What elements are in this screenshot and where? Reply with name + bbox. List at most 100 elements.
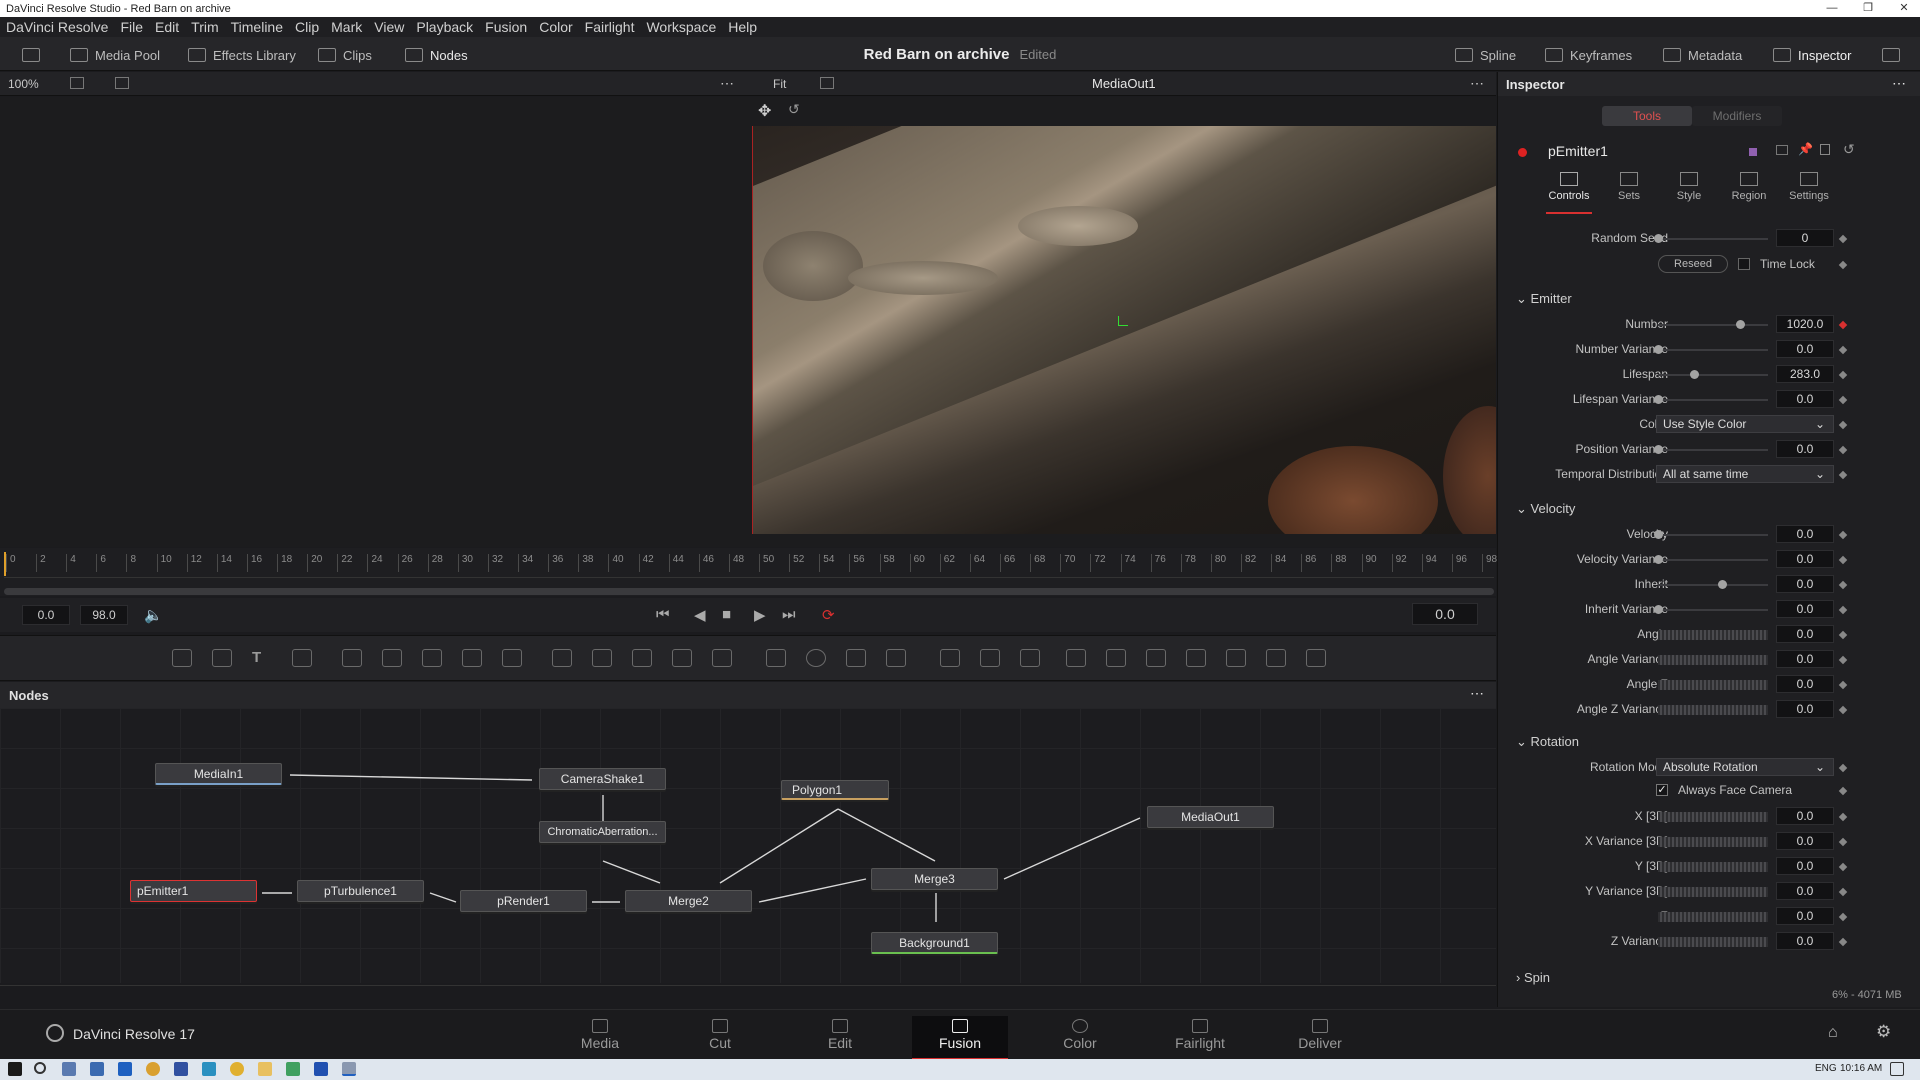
subtab-settings[interactable]: Settings — [1784, 170, 1834, 214]
time-lock-keyframe[interactable] — [1838, 260, 1848, 270]
curves-tool-icon[interactable] — [382, 649, 402, 667]
angle-variance-keyframe[interactable] — [1838, 655, 1848, 665]
y-variance-keyframe[interactable] — [1838, 887, 1848, 897]
position-variance-knob[interactable] — [1654, 445, 1663, 454]
taskbar-app-icon-2[interactable] — [90, 1062, 104, 1076]
menu-help[interactable]: Help — [722, 19, 763, 35]
angle-z-value[interactable]: 0.0 — [1776, 675, 1834, 693]
metadata-button[interactable]: Metadata — [1663, 45, 1742, 65]
subtab-region[interactable]: Region — [1726, 170, 1772, 214]
light3d-tool-icon[interactable] — [1266, 649, 1286, 667]
lifespan-slider[interactable] — [1658, 374, 1768, 376]
emitter-section[interactable]: ⌄ Emitter — [1516, 291, 1572, 307]
spline-button[interactable]: Spline — [1455, 45, 1516, 65]
image-tool-icon[interactable] — [212, 649, 232, 667]
lifespan-value[interactable]: 283.0 — [1776, 365, 1834, 383]
velocity-variance-keyframe[interactable] — [1838, 555, 1848, 565]
z-variance-thumbwheel[interactable] — [1658, 937, 1768, 947]
menu-davinci[interactable]: DaVinci Resolve — [0, 19, 114, 35]
angle-z-thumbwheel[interactable] — [1658, 680, 1768, 690]
spin-section[interactable]: › Spin — [1516, 970, 1550, 985]
temporal-keyframe[interactable] — [1838, 470, 1848, 480]
play-reverse-icon[interactable]: ◀ — [694, 606, 706, 624]
letterbox-tool-icon[interactable] — [712, 649, 732, 667]
chrome-icon[interactable] — [230, 1062, 244, 1076]
position-variance-slider[interactable] — [1658, 449, 1768, 451]
x-variance-thumbwheel[interactable] — [1658, 837, 1768, 847]
y3d-thumbwheel[interactable] — [1658, 862, 1768, 872]
page-fusion[interactable]: Fusion — [912, 1016, 1008, 1060]
page-cut[interactable]: Cut — [672, 1016, 768, 1060]
audio-icon[interactable]: 🔈 — [144, 606, 163, 624]
velocity-slider[interactable] — [1658, 534, 1768, 536]
number-variance-slider[interactable] — [1658, 349, 1768, 351]
number-keyframe[interactable] — [1838, 320, 1848, 330]
time-ruler[interactable]: 0 2 4 6 8 10 12 14 16 18 20 22 24 26 28 30 32 34 36 38 40 42 4… — [4, 552, 1497, 578]
node-merge2[interactable]: Merge2 — [625, 890, 752, 912]
x-variance-keyframe[interactable] — [1838, 837, 1848, 847]
brightness-tool-icon[interactable] — [462, 649, 482, 667]
random-seed-knob[interactable] — [1654, 234, 1663, 243]
tool-enable-icon[interactable] — [1518, 148, 1527, 157]
z-keyframe[interactable] — [1838, 912, 1848, 922]
right-viewer-layout-icon[interactable] — [820, 77, 834, 89]
inherit-variance-slider[interactable] — [1658, 609, 1768, 611]
home-icon[interactable]: ⌂ — [1828, 1024, 1838, 1042]
clock[interactable]: 10:16 AM — [1840, 1063, 1882, 1074]
reset-icon[interactable]: ↺ — [1843, 141, 1855, 158]
text-tool-icon[interactable]: T — [252, 649, 272, 667]
minimize-icon[interactable]: — — [1812, 0, 1852, 17]
node-mediaout[interactable]: MediaOut1 — [1147, 806, 1274, 828]
right-viewer-more-icon[interactable]: ⋯ — [1470, 75, 1484, 92]
left-viewer-lut-icon[interactable] — [115, 77, 129, 89]
resize-tool-icon[interactable] — [672, 649, 692, 667]
page-media[interactable]: Media — [552, 1016, 648, 1060]
node-mediain[interactable]: MediaIn1 — [155, 763, 282, 785]
menu-playback[interactable]: Playback — [410, 19, 479, 35]
angle-value[interactable]: 0.0 — [1776, 625, 1834, 643]
nodes-more-icon[interactable]: ⋯ — [1470, 685, 1484, 702]
keyframes-button[interactable]: Keyframes — [1545, 45, 1632, 65]
text3d-tool-icon[interactable] — [1146, 649, 1166, 667]
time-lock-checkbox[interactable] — [1738, 258, 1750, 270]
current-time-field[interactable]: 0.0 — [1412, 603, 1478, 625]
language-indicator[interactable]: ENG — [1815, 1063, 1837, 1074]
timeline-scrollbar[interactable] — [4, 588, 1494, 595]
x-variance-value[interactable]: 0.0 — [1776, 832, 1834, 850]
menu-timeline[interactable]: Timeline — [225, 19, 289, 35]
angle-keyframe[interactable] — [1838, 630, 1848, 640]
stop-icon[interactable]: ■ — [722, 606, 731, 623]
tab-modifiers[interactable]: Modifiers — [1692, 106, 1782, 126]
number-slider[interactable] — [1658, 324, 1768, 326]
subtab-sets[interactable]: Sets — [1606, 170, 1652, 214]
taskbar-app-icon-4[interactable] — [174, 1062, 188, 1076]
node-background[interactable]: Background1 — [871, 932, 998, 954]
inherit-variance-knob[interactable] — [1654, 605, 1663, 614]
angle-variance-thumbwheel[interactable] — [1658, 655, 1768, 665]
ellipse-mask-icon[interactable] — [806, 649, 826, 667]
inherit-variance-value[interactable]: 0.0 — [1776, 600, 1834, 618]
random-seed-value[interactable]: 0 — [1776, 229, 1834, 247]
velocity-section[interactable]: ⌄ Velocity — [1516, 501, 1575, 517]
random-seed-slider[interactable] — [1658, 238, 1768, 240]
number-value[interactable]: 1020.0 — [1776, 315, 1834, 333]
notification-icon[interactable] — [1890, 1062, 1904, 1076]
bspline-mask-icon[interactable] — [886, 649, 906, 667]
inherit-variance-keyframe[interactable] — [1838, 605, 1848, 615]
menu-clip[interactable]: Clip — [289, 19, 325, 35]
menu-edit[interactable]: Edit — [149, 19, 185, 35]
y-variance-value[interactable]: 0.0 — [1776, 882, 1834, 900]
lifespan-variance-slider[interactable] — [1658, 399, 1768, 401]
node-pemitter[interactable]: pEmitter1 — [130, 880, 257, 902]
tab-tools[interactable]: Tools — [1602, 106, 1692, 126]
node-chromatic[interactable]: ChromaticAberration... — [539, 821, 666, 843]
angle-z-variance-keyframe[interactable] — [1838, 705, 1848, 715]
prender-tool-icon[interactable] — [980, 649, 1000, 667]
close-icon[interactable]: ✕ — [1884, 0, 1920, 17]
rotation-mode-dropdown[interactable]: Absolute Rotation ⌄ — [1656, 758, 1834, 776]
angle-z-variance-thumbwheel[interactable] — [1658, 705, 1768, 715]
z-variance-keyframe[interactable] — [1838, 937, 1848, 947]
number-variance-value[interactable]: 0.0 — [1776, 340, 1834, 358]
photoshop-icon[interactable] — [314, 1062, 328, 1076]
x3d-value[interactable]: 0.0 — [1776, 807, 1834, 825]
